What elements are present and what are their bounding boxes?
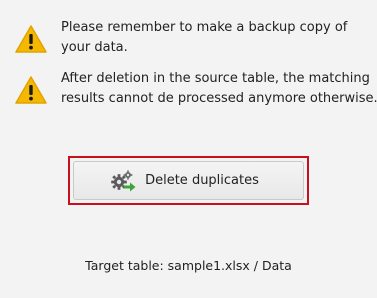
delete-duplicates-button[interactable]: Delete duplicates xyxy=(73,161,304,200)
gears-arrow-icon xyxy=(111,169,136,191)
backup-notice: Please remember to make a backup copy of… xyxy=(14,18,347,58)
backup-notice-text: Please remember to make a backup copy of… xyxy=(61,18,347,58)
delete-duplicates-label: Delete duplicates xyxy=(145,173,259,188)
notice-line: your data. xyxy=(61,40,128,55)
deletion-notice: After deletion in the source table, the … xyxy=(14,69,377,109)
notice-line: results cannot de processed anymore othe… xyxy=(61,91,377,106)
deletion-notice-text: After deletion in the source table, the … xyxy=(61,69,377,109)
target-table-label: Target table: sample1.xlsx / Data xyxy=(85,258,292,273)
notice-line: After deletion in the source table, the … xyxy=(61,71,370,86)
delete-button-focus-frame: Delete duplicates xyxy=(68,156,309,205)
warning-icon xyxy=(15,25,47,53)
warning-icon xyxy=(15,76,47,104)
notice-line: Please remember to make a backup copy of xyxy=(61,20,348,35)
